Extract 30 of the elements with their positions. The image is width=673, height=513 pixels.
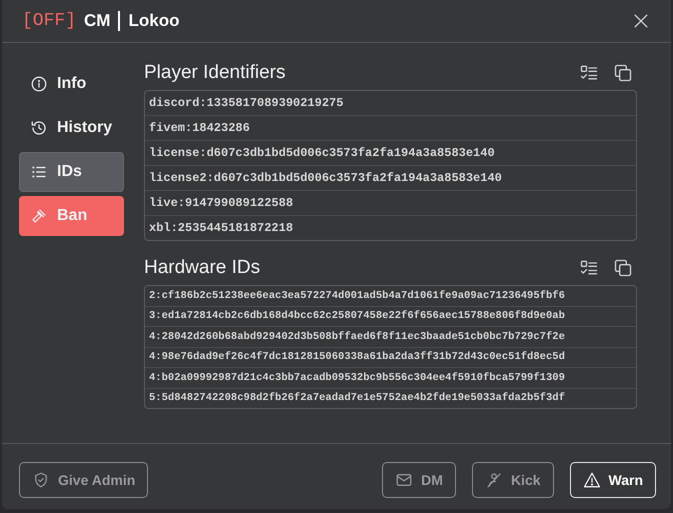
history-icon [30, 119, 48, 137]
identifier-row: fivem:18423286 [145, 115, 636, 140]
identifier-row-text: 2:cf186b2c51238ee6eac3ea572274d001ad5b4a7d1061fe9a09ac71236495fbf6 [148, 288, 566, 304]
copy-icon[interactable] [613, 258, 633, 278]
warning-icon [582, 471, 601, 489]
identifier-row-text: discord:1335817089390219275 [148, 95, 344, 112]
gavel-icon [30, 207, 48, 225]
admin-name: CM [84, 11, 110, 31]
shield-icon [32, 471, 50, 489]
identifier-row: license2:d607c3db1bd5d006c3573fa2fa194a3a8583e140 [145, 165, 636, 190]
mail-icon [395, 471, 414, 489]
identifier-row: 4:28042d260b68abd929402d3b508bffaed6f8f11ec3baade51cb0bc7b729c7f2e [145, 326, 636, 346]
identifier-row: live:914799089122588 [145, 190, 636, 215]
section-title: Hardware IDs [144, 257, 262, 279]
status-label: [OFF] [22, 11, 76, 31]
copy-icon[interactable] [613, 63, 633, 83]
nav-tab[interactable]: History [19, 108, 124, 148]
nav-tab[interactable]: Info [19, 64, 124, 104]
identifier-row: 3:ed1a72814cb2c6db168d4bcc62c25807458e22f6f656aec15788e806f8d9e0ab [145, 306, 636, 326]
person-crossed-icon [484, 471, 503, 489]
identifier-row: license:d607c3db1bd5d006c3573fa2fa194a3a8583e140 [145, 140, 636, 165]
identifier-row: xbl:2535445181872218 [145, 215, 636, 240]
player-name: Lokoo [128, 11, 180, 31]
identifier-row: 4:98e76dad9ef26c4f7dc1812815060338a61ba2da3ff31b72d43c0ec51fd8ec5d [145, 346, 636, 367]
identifier-row: 5:5d8482742208c98d2fb26f2a7eadad7e1e5752ae4b2fde19e5033afda2b5f3df [145, 388, 636, 408]
nav-tab[interactable]: IDs [19, 152, 124, 192]
identifier-row: 4:b02a09992987d21c4c3bb7acadb09532bc9b556c304ee4f5910fbca5799f1309 [145, 367, 636, 388]
info-icon [30, 75, 48, 93]
section-title: Player Identifiers [144, 62, 287, 84]
action-button[interactable]: Warn [570, 462, 656, 498]
